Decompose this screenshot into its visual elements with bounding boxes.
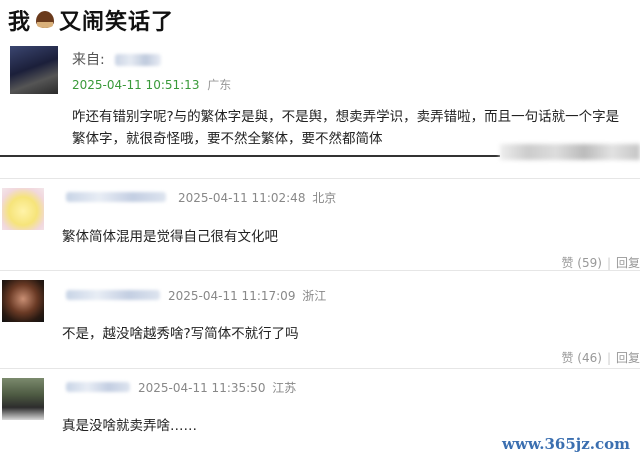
comment-list: 2025-04-11 11:02:48 北京 繁体简体混用是觉得自己很有文化吧 …: [0, 178, 640, 460]
title-part-2: 又闹笑话了: [59, 10, 175, 35]
page-title: 我 又闹笑话了: [8, 4, 174, 36]
reply-button[interactable]: 回复: [616, 351, 640, 365]
comment-text: 不是，越没啥越秀啥?写简体不就行了吗: [62, 326, 299, 342]
commenter-name-blurred[interactable]: [66, 382, 130, 392]
watermark: www.365jz.com: [498, 434, 634, 454]
chestnut-icon: [34, 10, 56, 30]
comment-time: 2025-04-11 11:17:09: [168, 289, 296, 303]
comment-meta: 2025-04-11 11:35:50 江苏: [138, 379, 296, 396]
comment-meta: 2025-04-11 11:02:48 北京: [178, 189, 336, 206]
comment-meta: 2025-04-11 11:17:09 浙江: [168, 287, 326, 304]
post-from-label: 来自:: [72, 52, 105, 68]
commenter-name-blurred[interactable]: [66, 192, 166, 202]
post-location: 广东: [207, 78, 232, 92]
comment-location: 江苏: [272, 381, 297, 395]
original-post: 来自: 2025-04-11 10:51:13 广东 咋还有错别字呢?与的繁体字…: [0, 40, 640, 160]
like-button[interactable]: 赞 (59): [561, 256, 601, 270]
commenter-name-blurred[interactable]: [66, 290, 160, 300]
post-from: 来自:: [72, 49, 162, 69]
comment-actions: 赞 (59) | 回复: [561, 256, 640, 270]
post-time: 2025-04-11 10:51:13: [72, 78, 200, 92]
comment-text: 繁体简体混用是觉得自己很有文化吧: [62, 229, 278, 245]
comment-location: 北京: [312, 191, 337, 205]
post-meta: 2025-04-11 10:51:13 广东: [72, 76, 231, 93]
title-part-1: 我: [8, 10, 32, 35]
post-author-avatar[interactable]: [10, 46, 58, 94]
reply-button[interactable]: 回复: [616, 256, 640, 270]
like-button[interactable]: 赞 (46): [561, 351, 601, 365]
comment-actions: 赞 (46) | 回复: [561, 351, 640, 365]
commenter-avatar[interactable]: [2, 378, 44, 420]
blurred-region: [500, 144, 640, 160]
comment-item: 2025-04-11 11:17:09 浙江 不是，越没啥越秀啥?写简体不就行了…: [0, 270, 640, 366]
comment-text: 真是没啥就卖弄啥……: [62, 418, 197, 434]
post-divider: [0, 155, 500, 157]
commenter-avatar[interactable]: [2, 280, 44, 322]
comment-time: 2025-04-11 11:35:50: [138, 381, 266, 395]
comment-time: 2025-04-11 11:02:48: [178, 191, 306, 205]
comment-location: 浙江: [302, 289, 327, 303]
post-author-name-blurred[interactable]: [115, 54, 162, 66]
commenter-avatar[interactable]: [2, 188, 44, 230]
comment-item: 2025-04-11 11:02:48 北京 繁体简体混用是觉得自己很有文化吧 …: [0, 178, 640, 270]
